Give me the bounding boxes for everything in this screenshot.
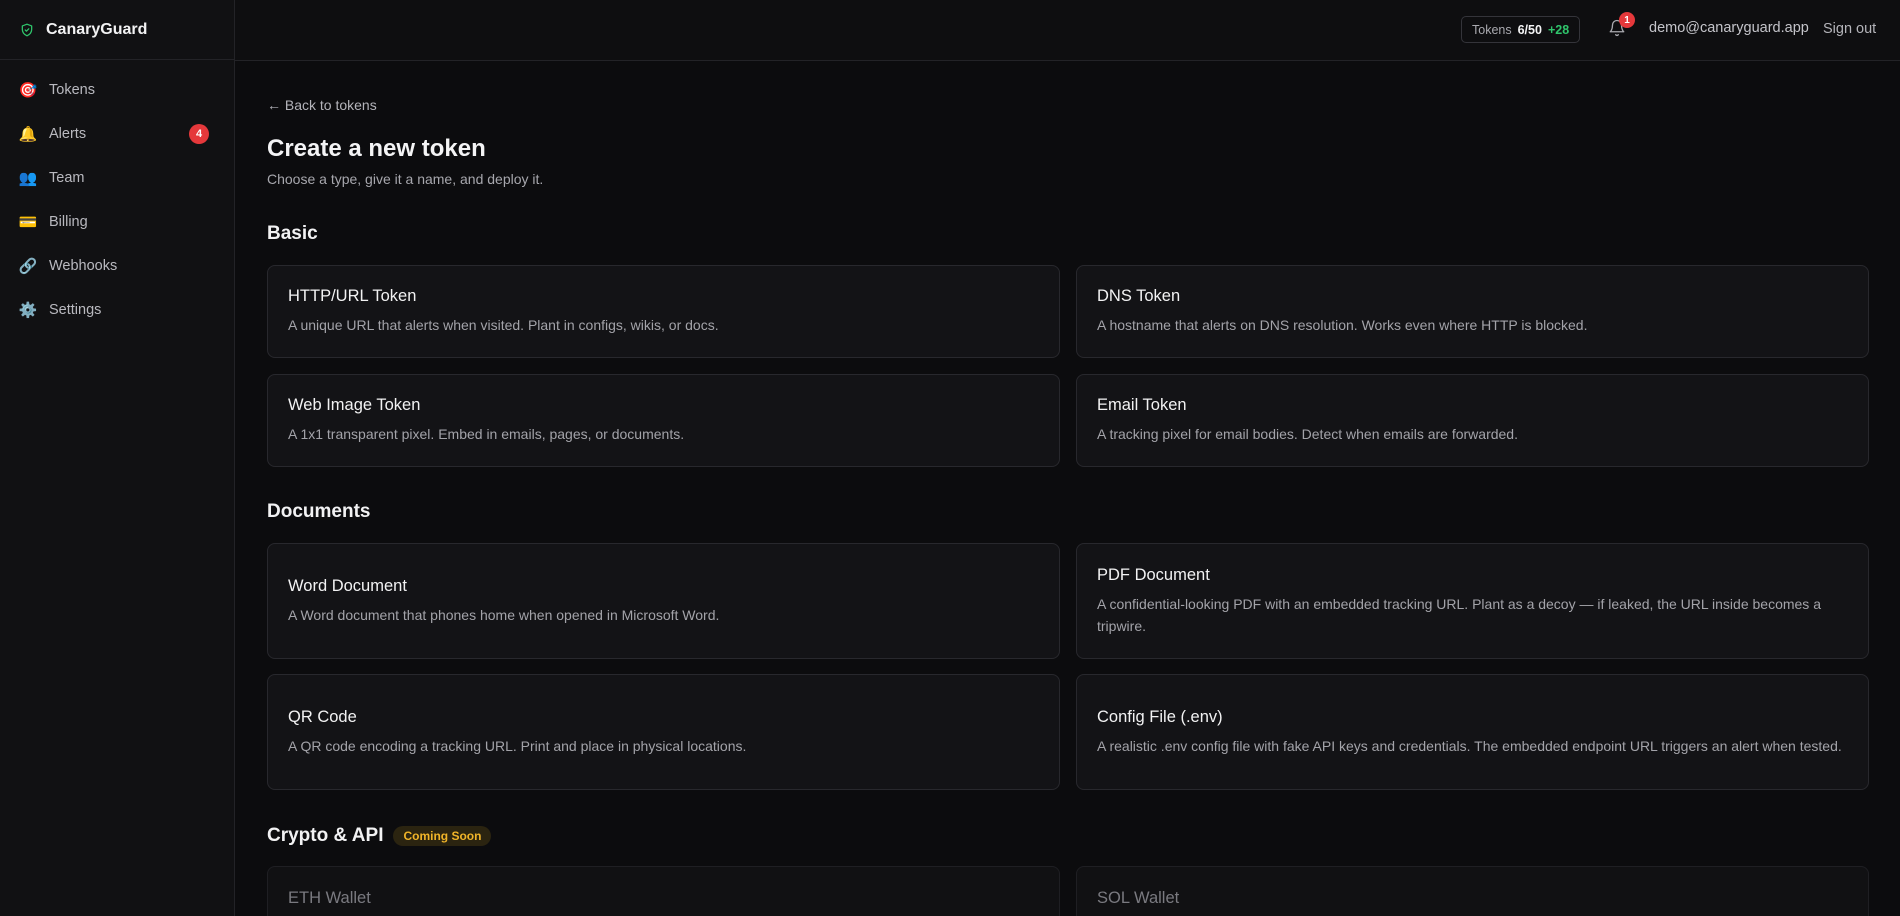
token-type-card-email[interactable]: Email Token A tracking pixel for email b…	[1076, 374, 1869, 467]
sidebar-item-team[interactable]: 👥 Team	[0, 156, 234, 200]
sidebar-item-label: Team	[49, 170, 85, 186]
card-title: SOL Wallet	[1097, 889, 1180, 907]
section-title-crypto-api: Crypto & API Coming Soon	[267, 825, 492, 847]
people-icon: 👥	[18, 170, 38, 187]
card-description: A QR code encoding a tracking URL. Print…	[288, 737, 747, 754]
usage-count: 6/50	[1517, 22, 1542, 37]
card-title: Email Token	[1097, 396, 1187, 414]
sidebar-item-label: Settings	[49, 302, 102, 318]
sidebar-item-alerts[interactable]: 🔔 Alerts 4	[0, 112, 234, 156]
token-type-card-eth-wallet: ETH Wallet	[267, 866, 1060, 916]
card-title: QR Code	[288, 707, 357, 726]
card-description: A 1x1 transparent pixel. Embed in emails…	[288, 426, 685, 442]
card-description: A Word document that phones home when op…	[288, 606, 720, 623]
back-to-tokens-link[interactable]: ← Back to tokens	[267, 97, 377, 113]
credit-card-icon: 💳	[18, 214, 38, 231]
token-type-card-qr[interactable]: QR Code A QR code encoding a tracking UR…	[267, 674, 1060, 790]
bell-icon: 🔔	[18, 126, 38, 143]
card-title: ETH Wallet	[288, 889, 371, 907]
sidebar-item-billing[interactable]: 💳 Billing	[0, 200, 234, 244]
token-type-card-pdf[interactable]: PDF Document A confidential-looking PDF …	[1076, 543, 1869, 659]
card-description: A realistic .env config file with fake A…	[1097, 737, 1842, 754]
card-description: A unique URL that alerts when visited. P…	[288, 317, 719, 333]
brand[interactable]: CanaryGuard	[0, 0, 234, 60]
card-title: HTTP/URL Token	[288, 287, 417, 305]
token-type-card-word[interactable]: Word Document A Word document that phone…	[267, 543, 1060, 659]
usage-extra: +28	[1547, 22, 1570, 37]
card-title: DNS Token	[1097, 287, 1181, 305]
page-subtitle: Choose a type, give it a name, and deplo…	[267, 171, 544, 187]
sidebar-item-label: Billing	[49, 214, 88, 230]
sidebar-item-label: Tokens	[49, 82, 95, 98]
card-title: PDF Document	[1097, 565, 1210, 584]
section-title-text: Basic	[267, 223, 318, 244]
card-title: Config File (.env)	[1097, 707, 1223, 726]
card-title: Web Image Token	[288, 396, 421, 414]
section-title-documents: Documents	[267, 501, 370, 523]
shield-icon	[20, 23, 34, 37]
token-usage-pill[interactable]: Tokens 6/50 +28	[1461, 16, 1581, 43]
link-icon: 🔗	[18, 258, 38, 275]
page-title: Create a new token	[267, 135, 486, 162]
dart-icon: 🎯	[18, 82, 38, 99]
sidebar-item-settings[interactable]: ⚙️ Settings	[0, 288, 234, 332]
sidebar-item-webhooks[interactable]: 🔗 Webhooks	[0, 244, 234, 288]
sidebar-item-tokens[interactable]: 🎯 Tokens	[0, 68, 234, 112]
gear-icon: ⚙️	[18, 302, 38, 319]
sidebar-nav: 🎯 Tokens 🔔 Alerts 4 👥 Team 💳 Billing 🔗 W…	[0, 60, 234, 332]
section-title-text: Crypto & API	[267, 825, 384, 846]
token-type-card-dns[interactable]: DNS Token A hostname that alerts on DNS …	[1076, 265, 1869, 358]
alerts-count-badge: 4	[189, 124, 209, 144]
coming-soon-badge: Coming Soon	[393, 826, 492, 846]
token-type-card-sol-wallet: SOL Wallet	[1076, 866, 1869, 916]
notifications-count-badge: 1	[1619, 12, 1635, 28]
sidebar: CanaryGuard 🎯 Tokens 🔔 Alerts 4 👥 Team 💳…	[0, 0, 235, 916]
user-email: demo@canaryguard.app	[1649, 20, 1809, 36]
section-title-text: Documents	[267, 501, 371, 522]
card-description: A confidential-looking PDF with an embed…	[1097, 595, 1821, 634]
card-description: A tracking pixel for email bodies. Detec…	[1097, 426, 1518, 442]
usage-label: Tokens	[1472, 22, 1512, 37]
brand-name: CanaryGuard	[46, 20, 148, 38]
token-type-card-web-image[interactable]: Web Image Token A 1x1 transparent pixel.…	[267, 374, 1060, 467]
sign-out-button[interactable]: Sign out	[1823, 21, 1876, 37]
sidebar-item-label: Webhooks	[49, 258, 118, 274]
token-type-card-config-env[interactable]: Config File (.env) A realistic .env conf…	[1076, 674, 1869, 790]
card-title: Word Document	[288, 576, 407, 595]
top-bar: Tokens 6/50 +28 1 demo@canaryguard.app S…	[235, 0, 1900, 61]
sidebar-item-label: Alerts	[49, 126, 87, 142]
card-description: A hostname that alerts on DNS resolution…	[1097, 317, 1588, 333]
token-type-card-http[interactable]: HTTP/URL Token A unique URL that alerts …	[267, 265, 1060, 358]
section-title-basic: Basic	[267, 223, 318, 245]
